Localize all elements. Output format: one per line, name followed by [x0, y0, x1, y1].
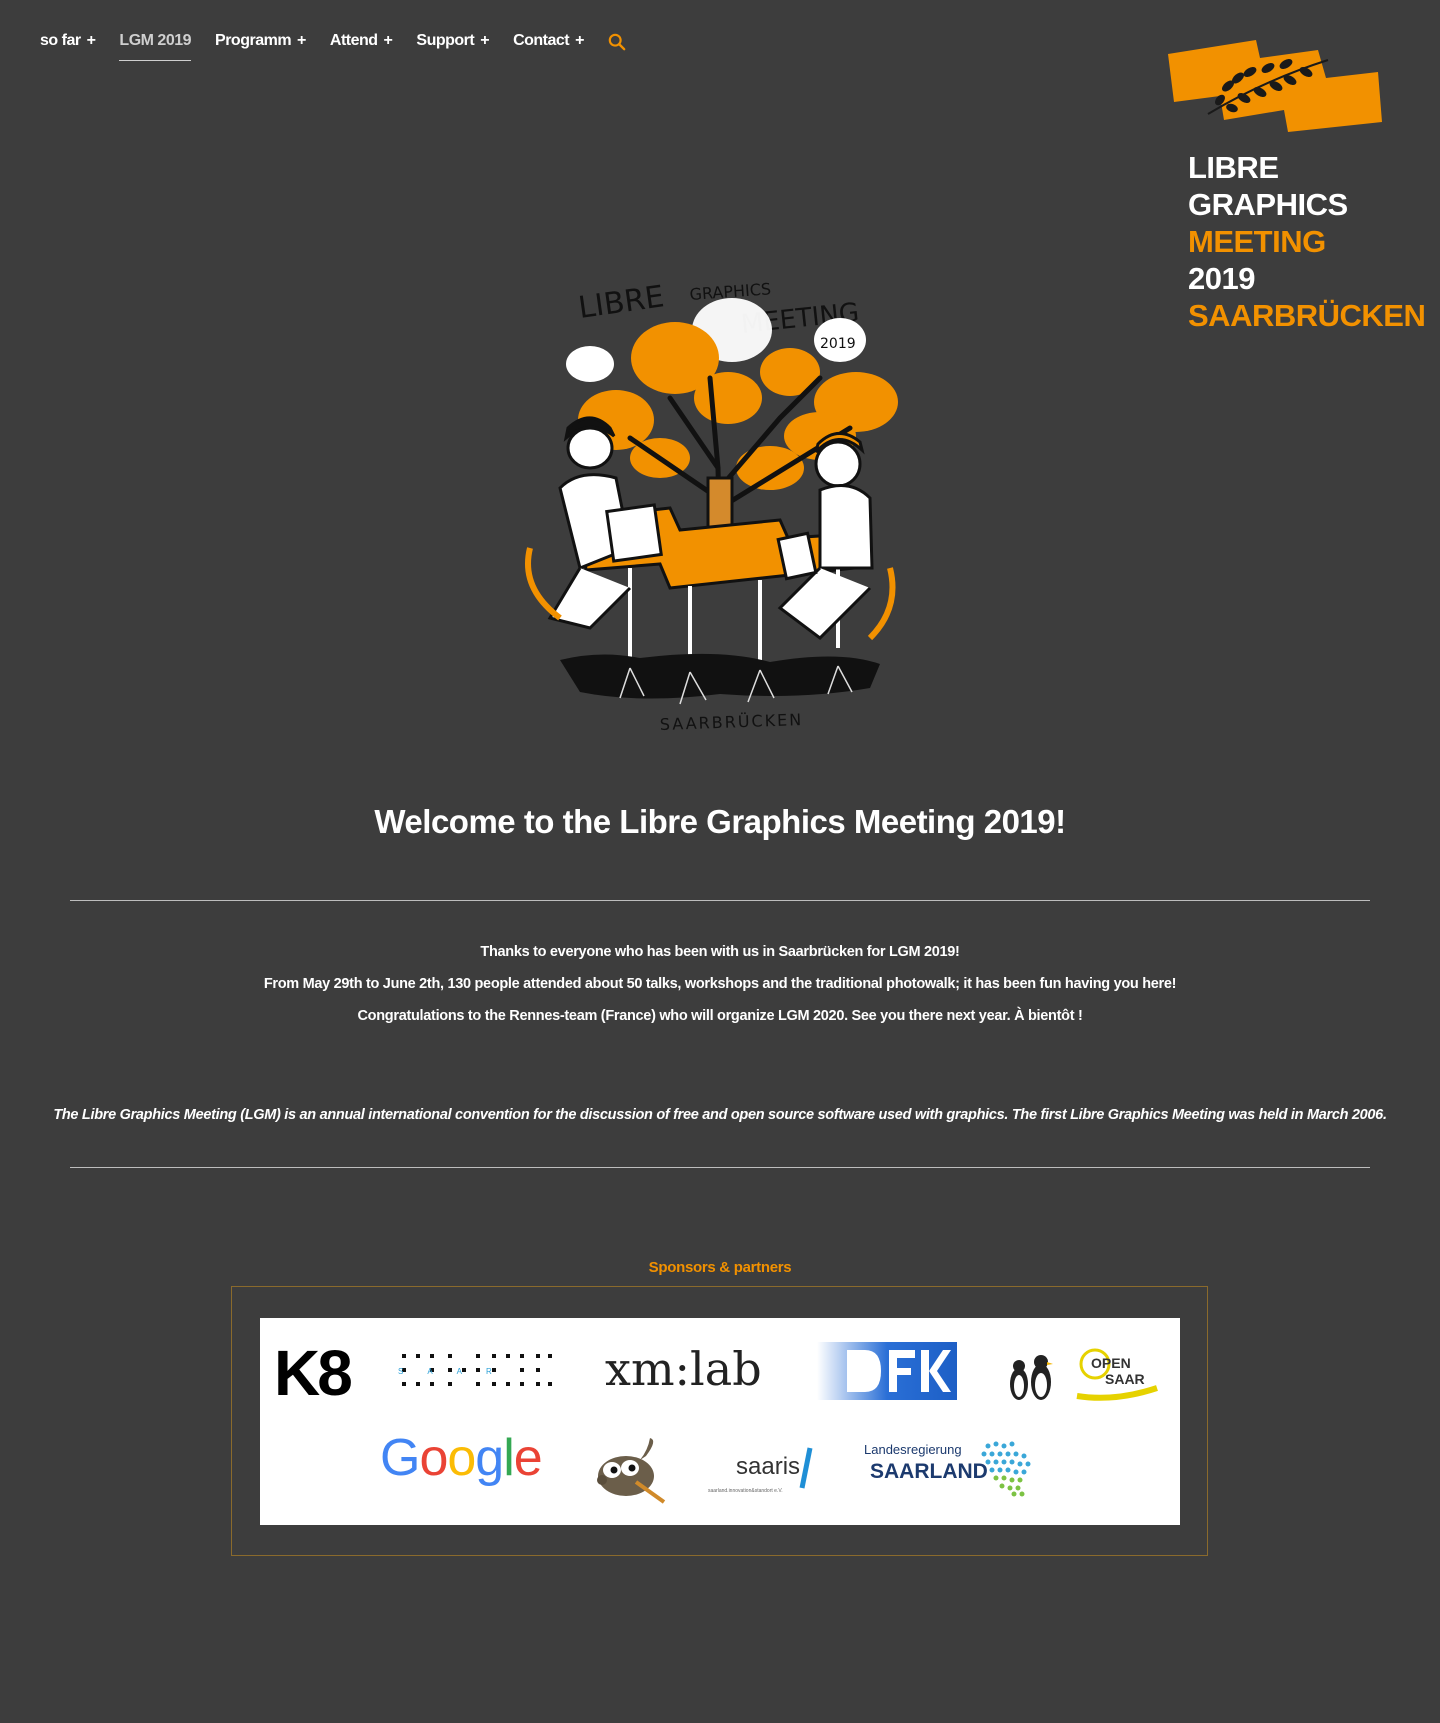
saaris-logo[interactable]: saaris saarland.innovation&standort e.V. [706, 1440, 826, 1500]
logo-meeting: MEETING [1188, 224, 1326, 259]
thanks-line-2: From May 29th to June 2th, 130 people at… [263, 976, 1177, 992]
nav-item-lgm-2019[interactable]: LGM 2019 [119, 32, 192, 61]
nav-label: LGM 2019 [119, 32, 192, 49]
thanks-line-3: Congratulations to the Rennes-team (Fran… [357, 1008, 1083, 1024]
thanks-message: Thanks to everyone who has been with us … [0, 936, 1440, 1032]
divider [70, 900, 1370, 901]
nav-label: Support [416, 32, 475, 49]
xmlab-logo[interactable]: xm:lab [605, 1342, 762, 1396]
hbk-saar-logo[interactable]: SAAR [396, 1340, 556, 1400]
nav-label: Programm [215, 32, 292, 49]
hero-title-libre: LIBRE [576, 279, 666, 326]
branch-logo-icon [1168, 40, 1382, 132]
sponsors-heading: Sponsors & partners [648, 1259, 792, 1276]
hbk-saar-text: SAAR [398, 1367, 516, 1376]
site-logo[interactable]: LIBRE GRAPHICS MEETING 2019 SAARBRÜCKEN [1168, 36, 1426, 334]
saarland-logo[interactable]: Landesregierung SAARLAND [862, 1432, 1062, 1502]
plus-icon: + [297, 32, 306, 49]
nav-item-contact[interactable]: Contact + [513, 32, 584, 61]
thanks-line-1: Thanks to everyone who has been with us … [480, 944, 960, 960]
dfki-logo[interactable] [817, 1342, 957, 1400]
plus-icon: + [575, 32, 584, 49]
nav-item-attend[interactable]: Attend + [330, 32, 393, 61]
google-letter: g [475, 1429, 504, 1487]
saarland-bottom-text: SAARLAND [870, 1460, 988, 1483]
hero-city: SAARBRÜCKEN [659, 710, 803, 734]
saarland-top-text: Landesregierung [864, 1442, 962, 1457]
nav-label: so far [40, 32, 81, 49]
plus-icon: + [383, 32, 393, 49]
nav-label: Attend [329, 32, 378, 49]
saaris-subtext: saarland.innovation&standort e.V. [708, 1488, 783, 1494]
nav-item-so-far[interactable]: so far + [40, 32, 96, 61]
google-letter: e [513, 1429, 543, 1487]
hero-year: 2019 [820, 336, 856, 352]
plus-icon: + [86, 32, 96, 49]
logo-text: LIBRE GRAPHICS MEETING 2019 SAARBRÜCKEN [1168, 149, 1426, 334]
nav-item-programm[interactable]: Programm + [215, 32, 306, 61]
logo-line-3: SAARBRÜCKEN [1188, 298, 1426, 333]
google-letter: o [419, 1429, 448, 1487]
hero-illustration: LIBRE GRAPHICS MEETING 2019 SAARBRÜCKEN [525, 279, 898, 734]
main-nav: so far + LGM 2019 Programm + Attend + Su… [40, 32, 626, 61]
google-logo[interactable]: Google [380, 1428, 543, 1488]
google-letter: G [380, 1429, 420, 1487]
page-title: Welcome to the Libre Graphics Meeting 20… [374, 803, 1066, 840]
logo-year: 2019 [1188, 261, 1255, 296]
sponsors-panel: K8 SAAR xm:lab OPEN SAAR Google saaris s… [260, 1318, 1180, 1525]
opensaar-top-text: OPEN [1091, 1355, 1131, 1371]
gimp-logo[interactable] [590, 1436, 670, 1506]
logo-line-2: MEETING 2019 [1188, 223, 1384, 297]
nav-item-support[interactable]: Support + [416, 32, 489, 61]
google-letter: o [447, 1429, 476, 1487]
search-icon[interactable] [608, 33, 626, 51]
saaris-text: saaris [736, 1453, 800, 1480]
divider [70, 1167, 1370, 1168]
opensaar-logo[interactable]: OPEN SAAR [995, 1340, 1165, 1406]
logo-line-1: LIBRE GRAPHICS [1188, 150, 1348, 222]
k8-logo[interactable]: K8 [274, 1336, 353, 1410]
google-letter: l [503, 1429, 515, 1487]
nav-label: Contact [513, 32, 570, 49]
intro-text: The Libre Graphics Meeting (LGM) is an a… [53, 1107, 1387, 1123]
opensaar-bottom-text: SAAR [1105, 1371, 1145, 1387]
plus-icon: + [480, 32, 490, 49]
